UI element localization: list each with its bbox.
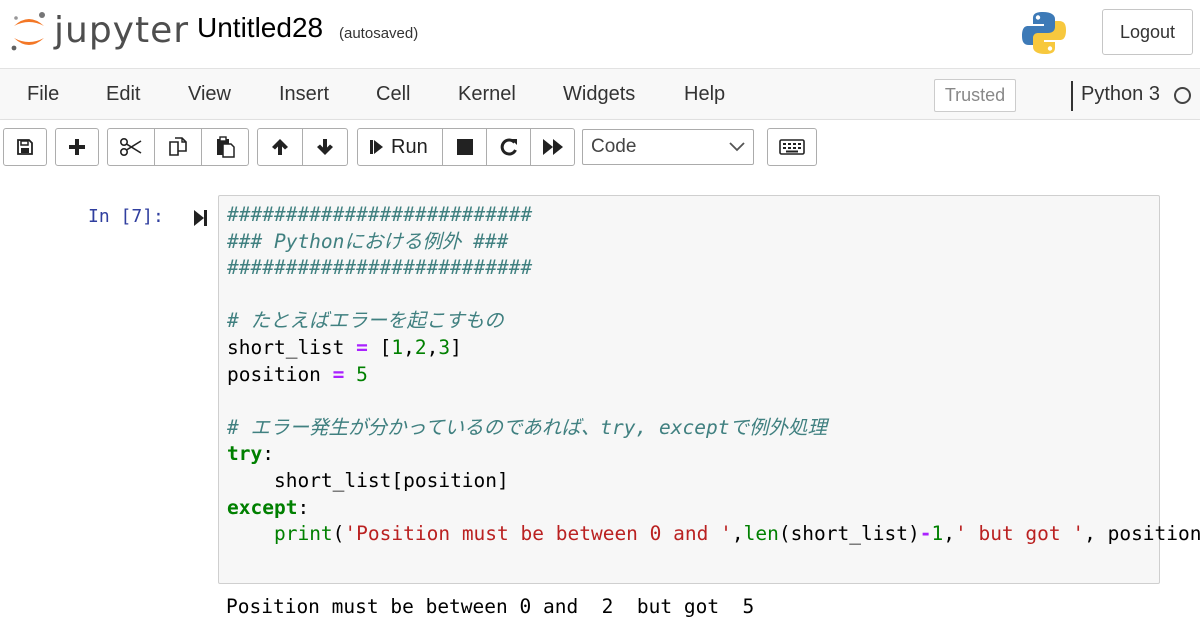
code-comma: , bbox=[403, 335, 415, 359]
cell-type-value: Code bbox=[591, 136, 637, 157]
code-comma: , bbox=[426, 335, 439, 359]
trusted-indicator[interactable]: Trusted bbox=[934, 79, 1016, 112]
logout-button[interactable]: Logout bbox=[1102, 9, 1193, 55]
stop-icon bbox=[456, 139, 473, 155]
move-down-button[interactable] bbox=[302, 128, 348, 166]
code-colon: : bbox=[262, 442, 274, 466]
toolbar: Run Code bbox=[0, 120, 1200, 176]
kernel-name: Python 3 bbox=[1081, 83, 1160, 105]
code-comment: ########################## bbox=[227, 256, 533, 280]
code-colon: : bbox=[297, 495, 310, 519]
code-comment: ########################## bbox=[227, 203, 533, 226]
menu-view[interactable]: View bbox=[188, 83, 231, 106]
code-tail: , position) bbox=[1084, 522, 1200, 546]
menu-file[interactable]: File bbox=[27, 83, 59, 106]
code-operator: - bbox=[919, 522, 932, 546]
code-comma: , bbox=[731, 522, 744, 546]
run-button[interactable]: Run bbox=[357, 128, 443, 166]
keyboard-icon bbox=[779, 139, 805, 155]
save-button[interactable] bbox=[3, 128, 47, 166]
code-statement: short_list[position] bbox=[273, 468, 509, 492]
jupyter-logo-text: jupyter bbox=[54, 10, 190, 51]
code-operator: = bbox=[356, 335, 368, 359]
copy-icon bbox=[169, 137, 187, 156]
scissors-icon bbox=[119, 137, 142, 157]
code-builtin-len: len bbox=[743, 522, 779, 546]
notebook-container: In [7]: ########################## ### P… bbox=[0, 176, 1200, 642]
chevron-down-icon bbox=[729, 142, 745, 152]
code-input-area[interactable]: ########################## ### Pythonにおけ… bbox=[218, 195, 1200, 584]
code-paren: ( bbox=[332, 522, 345, 546]
python-logo-icon bbox=[1022, 12, 1066, 54]
arrow-up-icon bbox=[272, 139, 288, 155]
menu-edit[interactable]: Edit bbox=[106, 83, 140, 106]
menu-help[interactable]: Help bbox=[684, 83, 725, 106]
run-label: Run bbox=[391, 135, 428, 158]
run-cell-icon[interactable] bbox=[194, 209, 208, 227]
code-editor[interactable]: ########################## ### Pythonにおけ… bbox=[227, 202, 1200, 548]
copy-button[interactable] bbox=[154, 128, 202, 166]
menu-widgets[interactable]: Widgets bbox=[563, 83, 635, 106]
restart-icon bbox=[500, 138, 517, 156]
code-variable: short_list bbox=[227, 335, 345, 359]
code-comment: # たとえばエラーを起こすもの bbox=[227, 309, 504, 333]
restart-button[interactable] bbox=[486, 128, 531, 166]
move-up-button[interactable] bbox=[257, 128, 303, 166]
code-keyword-try: try bbox=[227, 442, 263, 466]
input-prompt: In [7]: bbox=[88, 206, 164, 227]
step-forward-icon bbox=[370, 140, 383, 154]
notebook-name[interactable]: Untitled28 bbox=[197, 12, 323, 44]
header: jupyter Untitled28 (autosaved) Logout bbox=[0, 0, 1200, 68]
fast-forward-icon bbox=[542, 139, 563, 155]
code-string: 'Position must be between 0 and ' bbox=[344, 522, 732, 546]
menubar: File Edit View Insert Cell Kernel Widget… bbox=[0, 68, 1200, 120]
insert-cell-button[interactable] bbox=[55, 128, 99, 166]
code-operator: = bbox=[332, 362, 345, 386]
menu-cell[interactable]: Cell bbox=[376, 83, 410, 106]
cell-type-select[interactable]: Code bbox=[582, 129, 754, 165]
code-string: ' but got ' bbox=[954, 522, 1085, 546]
arrow-down-icon bbox=[317, 139, 333, 155]
code-comment: # エラー発生が分かっているのであれば、try, exceptで例外処理 bbox=[227, 415, 827, 439]
code-builtin-print: print bbox=[273, 522, 333, 546]
command-palette-button[interactable] bbox=[767, 128, 817, 166]
code-keyword-except: except bbox=[227, 495, 298, 519]
code-number: 5 bbox=[356, 362, 368, 386]
save-icon bbox=[17, 139, 33, 155]
kernel-divider bbox=[1071, 81, 1073, 111]
code-bracket: [ bbox=[379, 335, 392, 359]
code-comment: ### Pythonにおける例外 ### bbox=[227, 229, 509, 253]
cell-output: Position must be between 0 and 2 but got… bbox=[226, 595, 755, 618]
code-number: 1 bbox=[391, 335, 404, 359]
interrupt-button[interactable] bbox=[442, 128, 487, 166]
menu-insert[interactable]: Insert bbox=[279, 83, 329, 106]
code-argument: (short_list) bbox=[778, 522, 920, 546]
jupyter-logo[interactable]: jupyter bbox=[8, 8, 188, 56]
code-number: 3 bbox=[438, 335, 451, 359]
autosave-status: (autosaved) bbox=[339, 25, 419, 42]
code-number: 2 bbox=[414, 335, 427, 359]
paste-button[interactable] bbox=[201, 128, 249, 166]
code-bracket: ] bbox=[450, 335, 462, 359]
jupyter-logo-icon bbox=[11, 12, 45, 51]
plus-icon bbox=[69, 139, 85, 155]
menu-kernel[interactable]: Kernel bbox=[458, 83, 516, 106]
code-variable: position bbox=[227, 362, 321, 386]
kernel-idle-icon bbox=[1174, 87, 1191, 104]
code-number: 1 bbox=[931, 522, 944, 546]
cut-button[interactable] bbox=[107, 128, 155, 166]
restart-run-all-button[interactable] bbox=[530, 128, 575, 166]
code-comma: , bbox=[943, 522, 955, 546]
paste-icon bbox=[217, 136, 235, 158]
